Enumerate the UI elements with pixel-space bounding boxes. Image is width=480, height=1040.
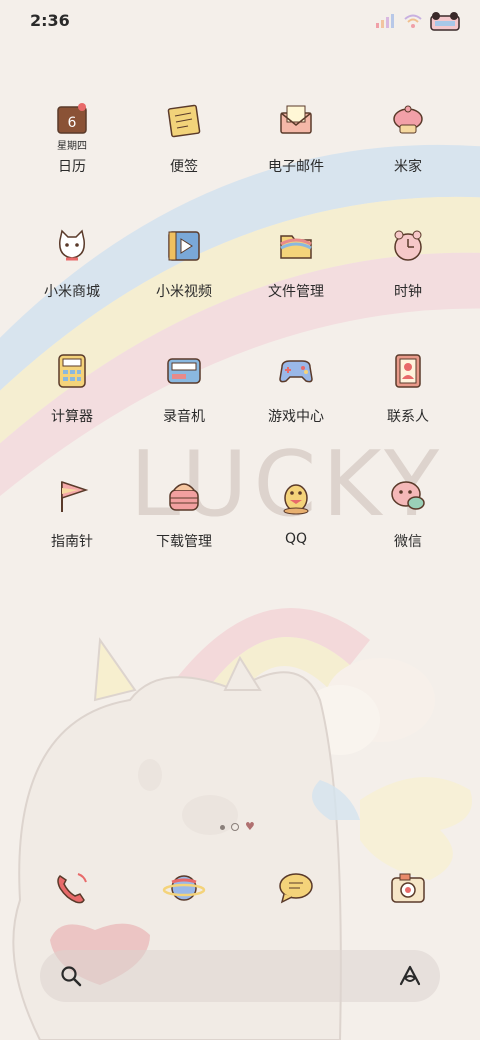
app-label: 游戏中心 (268, 409, 324, 425)
signal-icon (376, 14, 394, 28)
app-label: 计算器 (51, 409, 93, 425)
app-game-center[interactable]: 游戏中心 (240, 351, 352, 443)
app-label: 下载管理 (156, 534, 212, 550)
wifi-icon (404, 14, 422, 28)
page-dot-current (231, 823, 239, 831)
calendar-weekday: 星期四 (57, 141, 87, 152)
app-label: 米家 (394, 159, 422, 175)
app-label: 文件管理 (268, 284, 324, 300)
app-label: 电子邮件 (268, 159, 324, 175)
contacts-icon (388, 351, 428, 391)
app-label: 时钟 (394, 284, 422, 300)
page-heart-icon: ♥ (245, 820, 255, 833)
camera-icon (391, 873, 425, 903)
app-label: 微信 (394, 534, 422, 550)
app-file-manager[interactable]: 文件管理 (240, 226, 352, 318)
app-label: 录音机 (163, 409, 205, 425)
app-wechat[interactable]: 微信 (352, 476, 464, 568)
folder-icon (276, 226, 316, 266)
app-qq[interactable]: QQ (240, 476, 352, 568)
compass-icon (52, 476, 92, 516)
app-label: 指南针 (51, 534, 93, 550)
wechat-icon (388, 476, 428, 516)
app-mi-store[interactable]: 小米商城 (16, 226, 128, 318)
app-label: 小米视频 (156, 284, 212, 300)
app-calculator[interactable]: 计算器 (16, 351, 128, 443)
app-recorder[interactable]: 录音机 (128, 351, 240, 443)
status-icons (376, 10, 460, 32)
phone-icon (57, 873, 87, 904)
notes-icon (164, 101, 204, 141)
page-dot (220, 824, 225, 830)
app-label: 便签 (170, 159, 198, 175)
app-clock[interactable]: 时钟 (352, 226, 464, 318)
mail-icon (276, 101, 316, 141)
qq-icon (276, 476, 316, 516)
battery-icon (430, 12, 460, 31)
recorder-icon (164, 351, 204, 391)
mijia-icon (388, 101, 428, 141)
gamepad-icon (276, 351, 316, 391)
cat-store-icon (52, 226, 92, 266)
calendar-icon: 6 (52, 101, 92, 141)
svg-text:6: 6 (68, 115, 77, 131)
assistant-icon[interactable] (398, 964, 422, 988)
app-mail[interactable]: 电子邮件 (240, 101, 352, 193)
app-calendar[interactable]: 6 星期四 日历 (16, 101, 128, 193)
app-notes[interactable]: 便签 (128, 101, 240, 193)
dock-camera[interactable] (386, 866, 430, 910)
app-contacts[interactable]: 联系人 (352, 351, 464, 443)
app-compass[interactable]: 指南针 (16, 476, 128, 568)
status-time: 2:36 (30, 11, 70, 30)
app-label: 联系人 (387, 409, 429, 425)
calculator-icon (52, 351, 92, 391)
clock-icon (388, 226, 428, 266)
dock-phone[interactable] (50, 866, 94, 910)
app-label: 日历 (58, 159, 86, 175)
app-mi-video[interactable]: 小米视频 (128, 226, 240, 318)
dock-browser[interactable] (162, 866, 206, 910)
download-icon (164, 476, 204, 516)
browser-planet-icon (162, 875, 206, 901)
search-icon (61, 966, 82, 987)
status-bar: 2:36 (0, 0, 480, 44)
app-download-manager[interactable]: 下载管理 (128, 476, 240, 568)
search-bar[interactable] (40, 950, 440, 1002)
app-label: 小米商城 (44, 284, 100, 300)
app-mijia[interactable]: 米家 (352, 101, 464, 193)
messages-icon (279, 873, 313, 904)
app-label: QQ (284, 531, 308, 547)
page-indicator[interactable]: ♥ (220, 820, 264, 833)
video-icon (164, 226, 204, 266)
dock-messages[interactable] (274, 866, 318, 910)
